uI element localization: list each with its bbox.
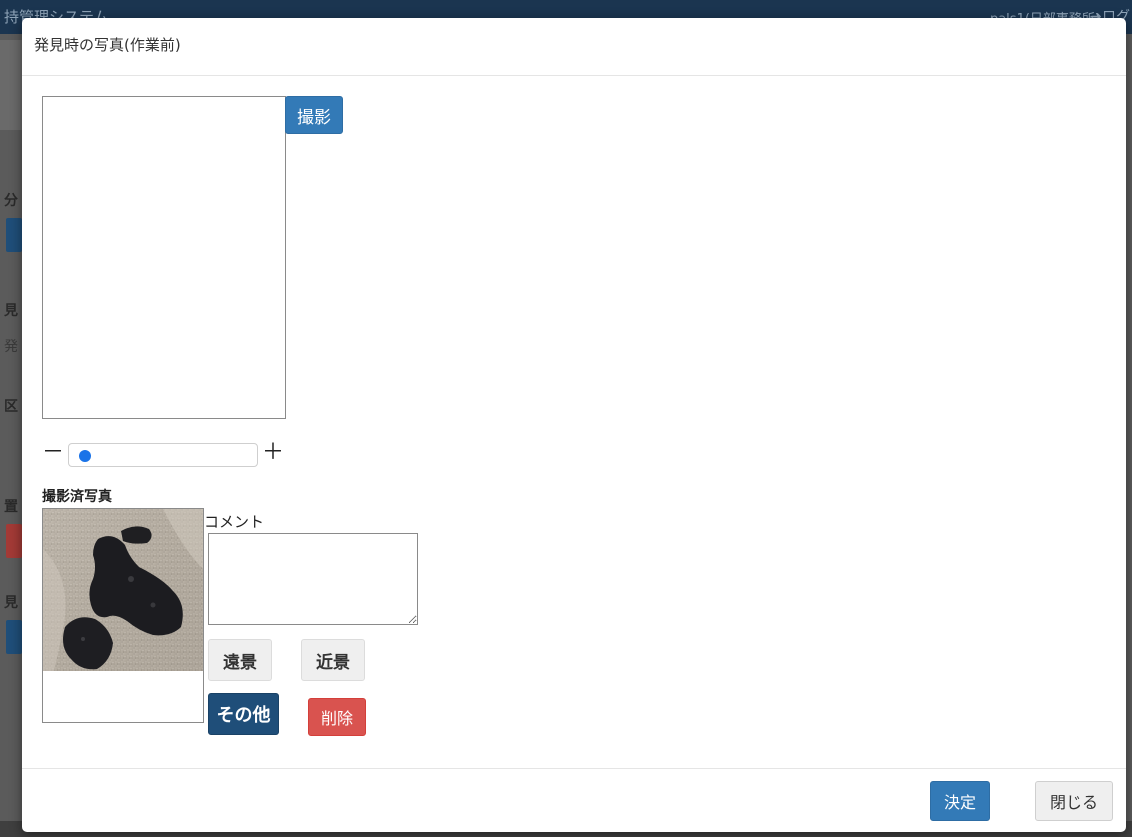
modal-title: 発見時の写真(作業前) xyxy=(34,36,181,54)
far-view-button[interactable]: 遠景 xyxy=(208,639,272,681)
zoom-slider[interactable] xyxy=(68,443,258,467)
other-button[interactable]: その他 xyxy=(208,693,279,735)
photo-modal: 発見時の写真(作業前) 撮影 － ＋ 撮影済写真 コメント 遠景 近景 その他 … xyxy=(22,18,1126,832)
zoom-slider-thumb[interactable] xyxy=(78,450,91,462)
pothole-photo xyxy=(43,509,203,671)
background-button xyxy=(6,524,22,558)
modal-body: 撮影 － ＋ 撮影済写真 コメント 遠景 近景 その他 削除 xyxy=(22,76,1126,768)
modal-header: 発見時の写真(作業前) xyxy=(22,18,1126,76)
delete-button[interactable]: 削除 xyxy=(308,698,366,736)
near-view-button[interactable]: 近景 xyxy=(301,639,365,681)
close-button[interactable]: 閉じる xyxy=(1035,781,1113,821)
background-button xyxy=(6,620,22,654)
background-label: 見 xyxy=(4,303,18,319)
confirm-button[interactable]: 決定 xyxy=(930,781,990,821)
modal-footer: 決定 閉じる xyxy=(22,768,1126,832)
background-label: 置 xyxy=(4,499,18,515)
background-label: 見 xyxy=(4,595,18,611)
plus-icon[interactable]: ＋ xyxy=(262,442,284,464)
photo-thumbnail[interactable] xyxy=(42,508,204,723)
background-button xyxy=(6,218,22,252)
background-label: 分 xyxy=(4,193,18,209)
camera-preview xyxy=(42,96,286,419)
background-panel xyxy=(0,40,22,130)
background-label: 区 xyxy=(4,399,18,415)
comment-label: コメント xyxy=(204,513,265,531)
background-label: 発 xyxy=(4,339,18,355)
comment-input[interactable] xyxy=(208,533,418,625)
taken-photos-label: 撮影済写真 xyxy=(42,489,112,505)
minus-icon[interactable]: － xyxy=(42,442,64,464)
capture-button[interactable]: 撮影 xyxy=(285,96,343,134)
